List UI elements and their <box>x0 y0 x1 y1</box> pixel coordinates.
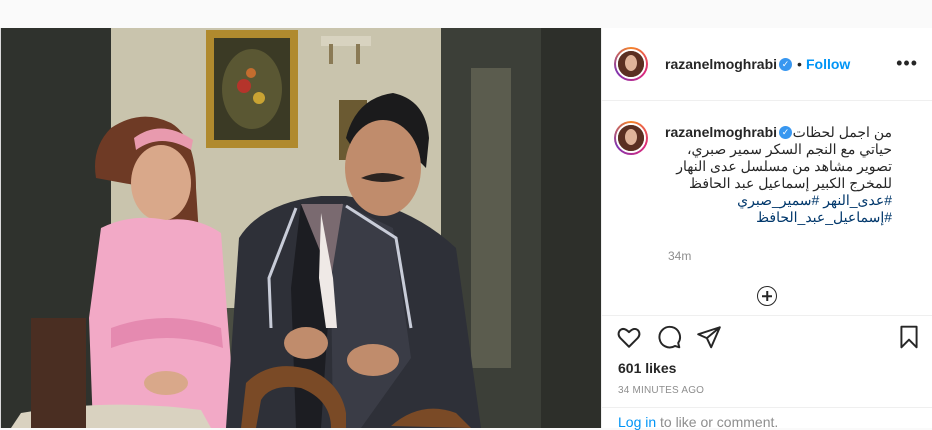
hashtag-line[interactable]: #إسماعيل_عبد_الحافظ <box>672 209 892 226</box>
caption-line: للمخرج الكبير إسماعيل عبد الحافظ <box>689 175 892 191</box>
bookmark-icon[interactable] <box>896 324 922 350</box>
post-caption: razanelmoghrabi ✓ من اجمل لحظات حياتي مع… <box>602 101 932 315</box>
post-actions: 601 likes 34 MINUTES AGO Log in to like … <box>602 315 932 430</box>
avatar-image <box>616 49 646 79</box>
post-photo[interactable] <box>1 28 601 428</box>
login-prompt: Log in to like or comment. <box>602 407 932 430</box>
header-username[interactable]: razanelmoghrabi <box>665 56 777 72</box>
verified-badge-icon: ✓ <box>779 58 792 71</box>
caption-avatar-image <box>616 123 646 153</box>
avatar-portrait <box>618 51 644 77</box>
comment-icon[interactable] <box>656 324 682 350</box>
caption-avatar-portrait <box>618 125 644 151</box>
post-sidebar: razanelmoghrabi ✓ • Follow ••• razanelmo… <box>601 28 932 430</box>
follow-button[interactable]: Follow <box>806 56 850 72</box>
caption-line: حياتي مع النجم السكر سمير صبري، <box>686 141 892 157</box>
more-options-icon[interactable]: ••• <box>896 54 918 72</box>
load-more-comments-icon[interactable] <box>757 286 777 306</box>
share-icon[interactable] <box>696 324 722 350</box>
caption-time: 34m <box>668 249 692 263</box>
heart-icon[interactable] <box>616 324 642 350</box>
caption-text: من اجمل لحظات حياتي مع النجم السكر سمير … <box>672 124 892 226</box>
hashtag-line[interactable]: #عدى_النهر #سمير_صبري <box>672 192 892 209</box>
post-header: razanelmoghrabi ✓ • Follow ••• <box>602 28 932 101</box>
instagram-post: razanelmoghrabi ✓ • Follow ••• razanelmo… <box>0 28 932 430</box>
separator-dot: • <box>797 56 802 72</box>
photo-scene <box>1 28 601 428</box>
likes-count[interactable]: 601 likes <box>618 360 676 376</box>
caption-line: من اجمل لحظات <box>792 124 892 140</box>
caption-avatar[interactable] <box>614 121 648 155</box>
post-time-ago: 34 MINUTES AGO <box>618 385 705 396</box>
avatar[interactable] <box>614 47 648 81</box>
caption-line: تصوير مشاهد من مسلسل عدى النهار <box>676 158 892 174</box>
